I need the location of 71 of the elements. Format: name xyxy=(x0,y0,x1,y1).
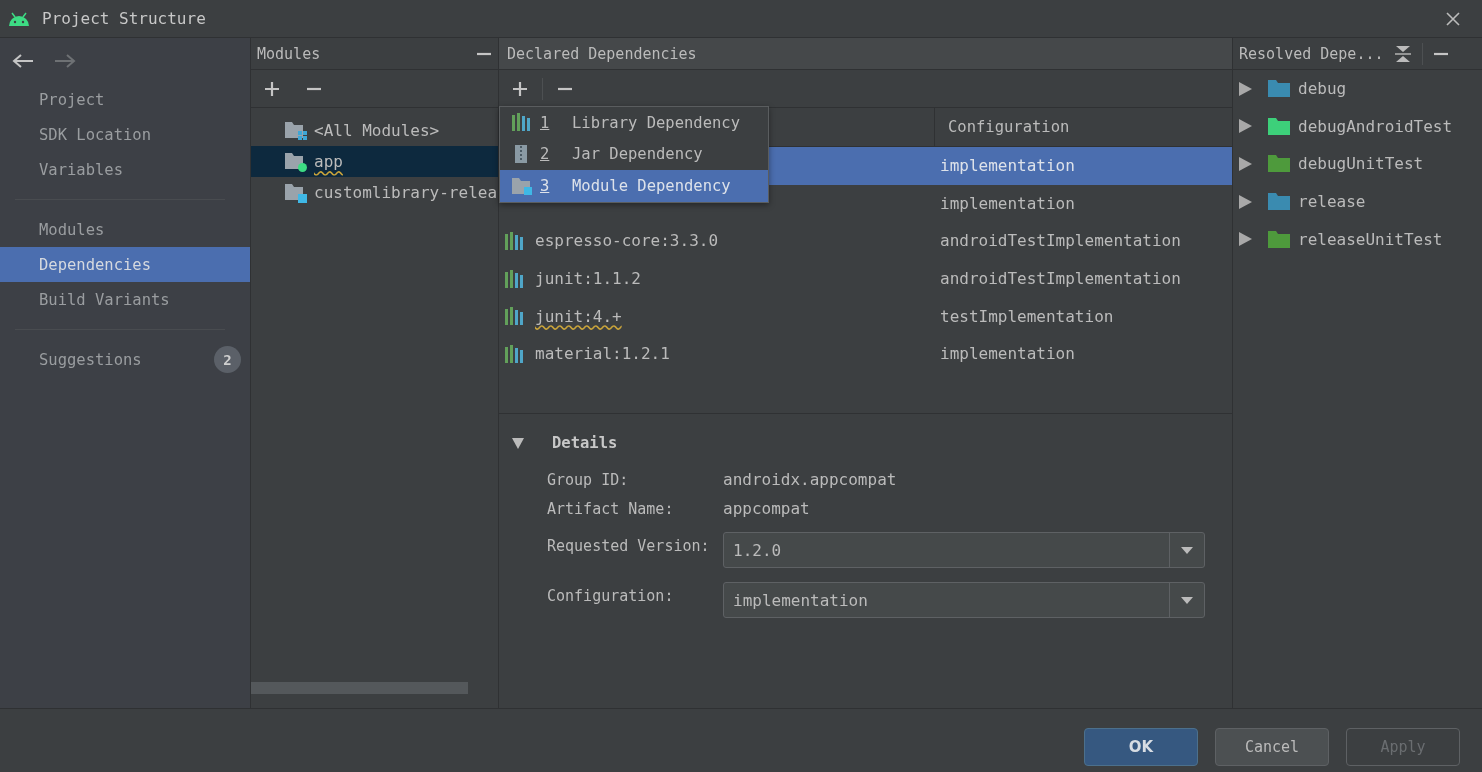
table-row[interactable]: material:1.2.1 implementation xyxy=(499,334,1232,373)
field-label: Artifact Name: xyxy=(547,499,675,518)
table-cell: espresso-core:3.3.0 xyxy=(535,231,719,251)
collapse-triangle-icon[interactable] xyxy=(511,436,525,450)
count-badge: 2 xyxy=(214,346,241,373)
field-label: Requested Version: xyxy=(547,537,711,557)
sidebar-item[interactable]: Variables xyxy=(0,152,250,187)
table-row[interactable]: junit:1.1.2 androidTestImplementation xyxy=(499,259,1232,298)
table-row[interactable]: espresso-core:3.3.0 androidTestImplementation xyxy=(499,222,1232,260)
table-cell: junit:1.1.2 xyxy=(535,269,641,289)
library-icon xyxy=(505,344,523,363)
library-icon xyxy=(505,232,523,250)
module-folder-icon xyxy=(512,176,532,196)
module-folder-icon xyxy=(285,181,308,204)
sidebar-item[interactable]: Modules xyxy=(0,212,250,247)
table-cell-text: implementation xyxy=(939,156,1075,176)
module-item[interactable]: customlibrary-relea xyxy=(251,177,498,208)
sidebar-item[interactable]: Suggestions 2 xyxy=(0,342,250,377)
combo-box[interactable]: implementation xyxy=(723,582,1205,618)
tree-item[interactable]: release xyxy=(1298,192,1366,212)
module-folder-icon xyxy=(285,119,308,142)
expand-triangle-icon[interactable] xyxy=(1239,119,1252,134)
library-icon xyxy=(505,269,523,288)
tree-item[interactable]: debugUnitTest xyxy=(1298,154,1424,174)
menu-item[interactable]: 1 Library Dependency xyxy=(500,107,768,139)
column-header[interactable]: Configuration xyxy=(935,108,1070,146)
tree-item[interactable]: debugAndroidTest xyxy=(1298,116,1453,136)
panel-title: Modules xyxy=(257,44,321,63)
combo-box[interactable]: 1.2.0 xyxy=(723,532,1205,568)
table-cell-text: androidTestImplementation xyxy=(939,231,1181,251)
add-icon[interactable] xyxy=(512,80,528,97)
field-value: appcompat xyxy=(723,499,810,518)
table-cell-text: androidTestImplementation xyxy=(939,269,1181,289)
module-folder-icon xyxy=(285,150,308,173)
close-icon[interactable] xyxy=(1446,11,1460,26)
table-row[interactable]: junit:4.+ testImplementation xyxy=(499,297,1232,335)
sidebar-item[interactable]: Project xyxy=(0,82,250,117)
table-cell: junit:4.+ xyxy=(535,306,622,326)
expand-triangle-icon[interactable] xyxy=(1239,232,1252,247)
sidebar-item[interactable]: SDK Location xyxy=(0,117,250,152)
dropdown-arrow-icon xyxy=(1181,596,1193,604)
add-icon[interactable] xyxy=(264,80,280,97)
table-cell: material:1.2.1 xyxy=(535,344,670,364)
table-cell-text: testImplementation xyxy=(939,306,1114,326)
library-icon xyxy=(505,307,523,326)
collapse-all-icon[interactable] xyxy=(1393,44,1412,63)
module-item[interactable]: app xyxy=(251,146,498,177)
field-value: androidx.appcompat xyxy=(723,470,897,489)
window-title: Project Structure xyxy=(42,9,206,28)
scrollbar-thumb[interactable] xyxy=(251,682,468,694)
table-cell-text: implementation xyxy=(939,344,1075,364)
expand-triangle-icon[interactable] xyxy=(1239,81,1252,96)
tree-item[interactable]: releaseUnitTest xyxy=(1298,229,1443,249)
field-label: Configuration: xyxy=(547,587,675,607)
field-label: Group ID: xyxy=(547,470,630,489)
sidebar-item[interactable]: Build Variants xyxy=(0,282,250,317)
tree-item[interactable]: debug xyxy=(1298,79,1347,99)
dropdown-arrow-icon xyxy=(1181,546,1193,554)
menu-item[interactable]: 3 Module Dependency xyxy=(500,170,768,202)
library-icon xyxy=(512,113,532,133)
expand-triangle-icon[interactable] xyxy=(1239,194,1252,209)
panel-title: Resolved Depe... xyxy=(1239,44,1384,63)
section-title: Details xyxy=(552,434,618,452)
panel-title: Declared Dependencies xyxy=(507,44,697,63)
dialog-button[interactable]: OK xyxy=(1084,727,1198,766)
dialog-button[interactable]: Cancel xyxy=(1215,727,1329,766)
module-item[interactable]: <All Modules> xyxy=(251,115,498,146)
android-icon xyxy=(8,11,30,26)
expand-triangle-icon[interactable] xyxy=(1239,157,1252,171)
sidebar-item[interactable]: Dependencies xyxy=(0,247,250,282)
back-arrow-icon[interactable] xyxy=(12,53,34,69)
